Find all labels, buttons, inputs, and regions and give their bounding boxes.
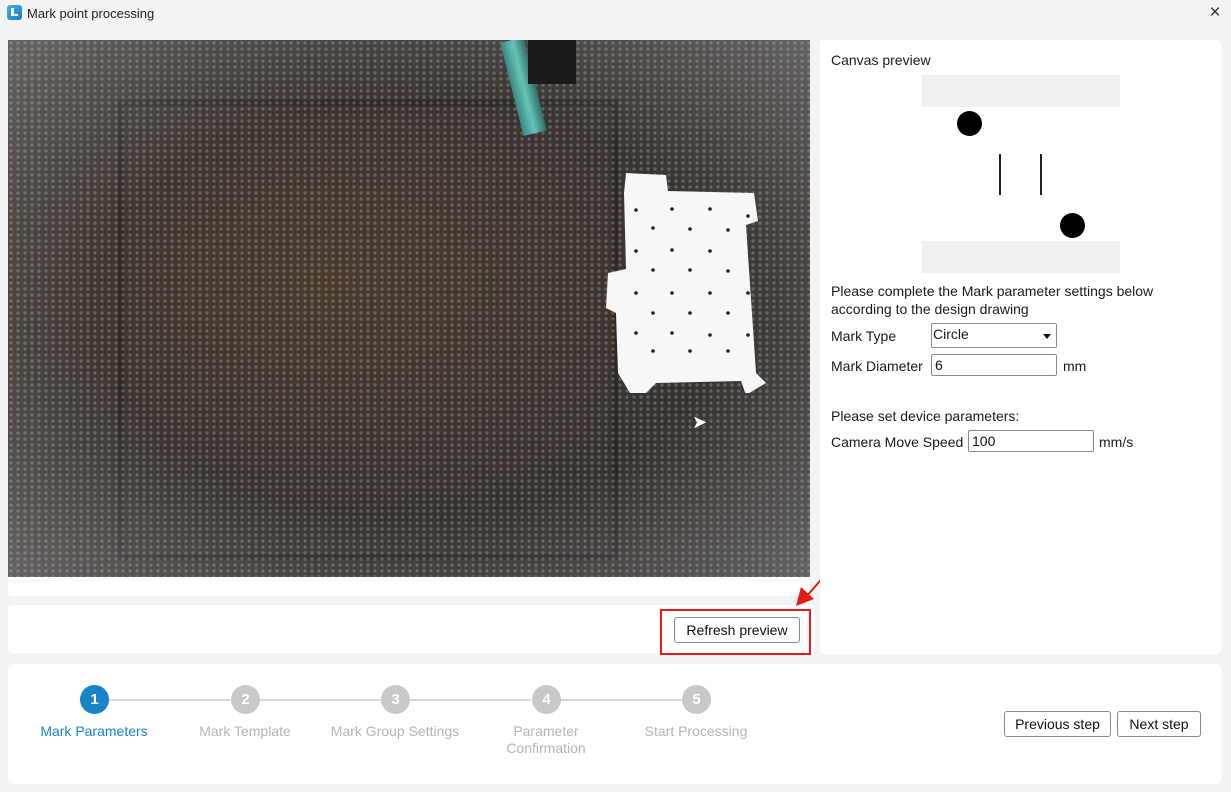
mark-diameter-unit: mm <box>1063 358 1087 374</box>
step-connector <box>410 699 531 701</box>
mark-dot-top-left <box>957 111 982 136</box>
app-logo-icon <box>7 5 22 20</box>
previous-step-button[interactable]: Previous step <box>1004 711 1111 737</box>
camera-panel: ➤ <box>8 40 810 596</box>
step-label: Mark Template <box>199 723 291 739</box>
preview-bar-bottom <box>922 241 1120 273</box>
mark-type-select[interactable]: Circle <box>931 323 1057 348</box>
camera-move-speed-label: Camera Move Speed <box>831 434 964 450</box>
camera-move-speed-input[interactable] <box>968 430 1094 452</box>
wizard-footer: 1 Mark Parameters 2 Mark Template 3 Mark… <box>8 664 1221 784</box>
camera-view: ➤ <box>8 40 810 577</box>
camera-move-speed-unit: mm/s <box>1099 434 1134 450</box>
step-number: 4 <box>532 685 561 714</box>
chevron-down-icon <box>1043 334 1051 339</box>
step-number: 3 <box>381 685 410 714</box>
mark-type-value: Circle <box>933 326 969 342</box>
canvas-preview-title: Canvas preview <box>831 52 931 68</box>
step-connector <box>109 699 230 701</box>
mark-settings-panel: Canvas preview Please complete the Mark … <box>820 40 1221 654</box>
window-title: Mark point processing <box>27 6 155 21</box>
mark-dot-bottom-right <box>1060 213 1085 238</box>
step-label: Parameter Confirmation <box>506 723 586 756</box>
step-label: Start Processing <box>644 723 748 739</box>
mark-diameter-input[interactable] <box>931 354 1057 376</box>
mark-type-label: Mark Type <box>831 328 897 344</box>
step-number: 5 <box>682 685 711 714</box>
title-bar: Mark point processing × <box>0 0 1231 28</box>
preview-line-left <box>999 154 1001 195</box>
mark-instruction-text: Please complete the Mark parameter setti… <box>831 283 1154 317</box>
gantry-block <box>528 40 576 84</box>
preview-line-right <box>1040 154 1042 195</box>
mark-diameter-label: Mark Diameter <box>831 358 923 374</box>
close-icon[interactable]: × <box>1200 1 1230 25</box>
step-label: Mark Group Settings <box>330 723 460 739</box>
step-connector <box>561 699 682 701</box>
next-step-button[interactable]: Next step <box>1117 711 1201 737</box>
preview-bar-top <box>922 75 1120 107</box>
step-connector <box>260 699 381 701</box>
preview-actions-panel: Refresh preview <box>8 605 815 653</box>
workpiece-sheet <box>606 173 766 393</box>
step-number: 1 <box>80 685 109 714</box>
mouse-cursor-icon: ➤ <box>692 412 708 432</box>
step-number: 2 <box>231 685 260 714</box>
refresh-preview-button[interactable]: Refresh preview <box>674 617 800 643</box>
step-label: Mark Parameters <box>40 723 148 739</box>
device-parameters-title: Please set device parameters: <box>831 408 1020 424</box>
